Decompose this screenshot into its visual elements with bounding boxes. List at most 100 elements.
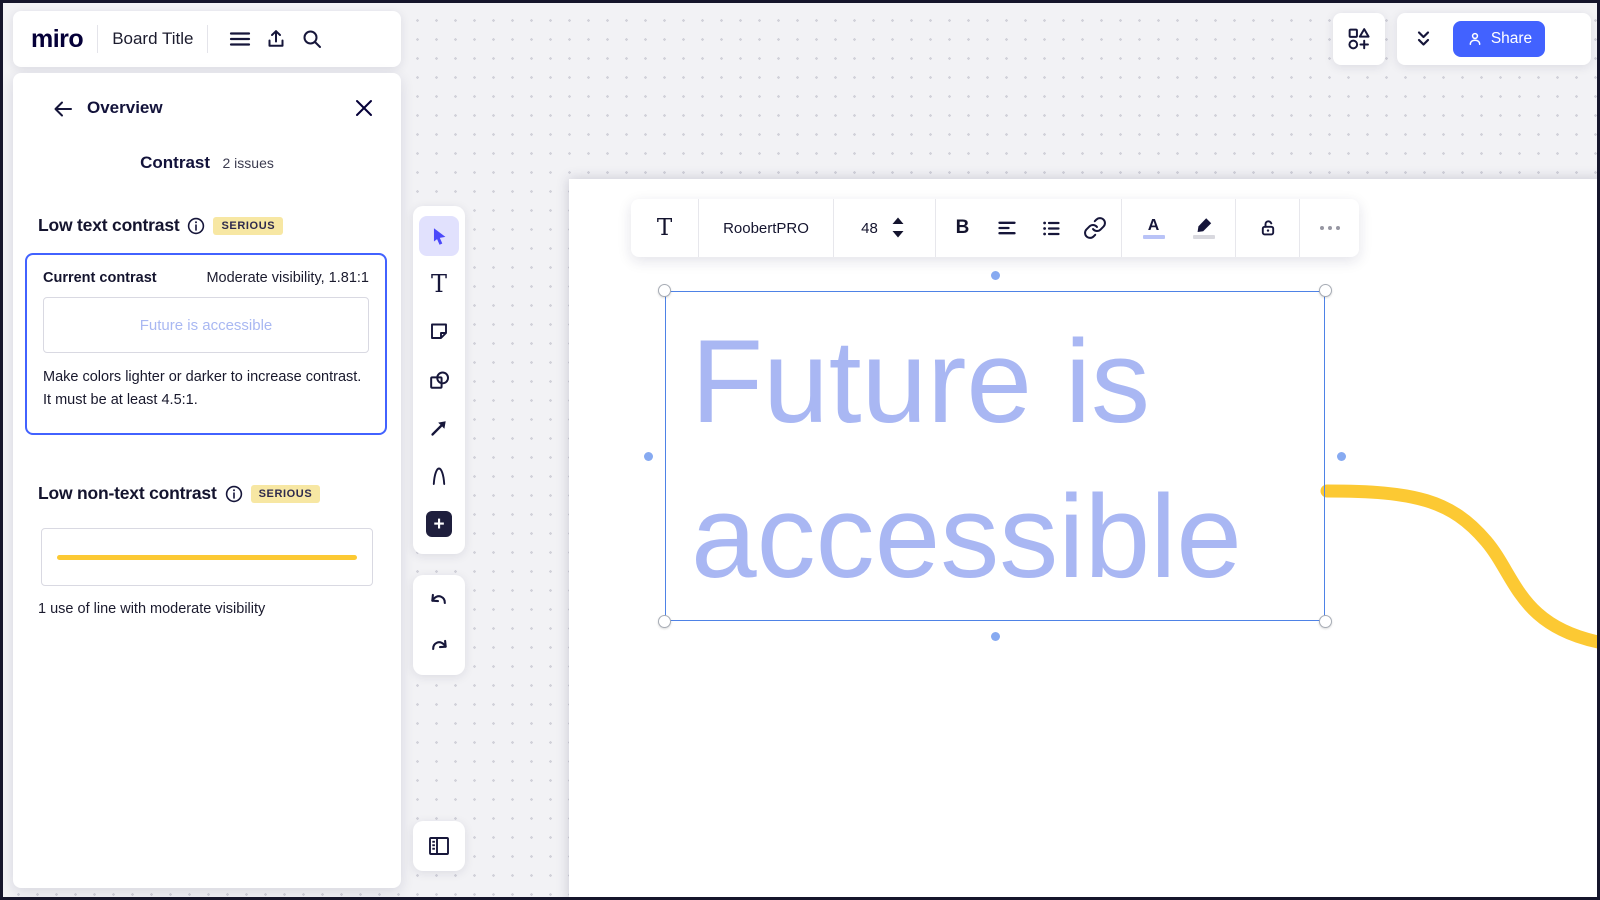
severity-badge: SERIOUS (213, 216, 284, 235)
resize-handle-bottom-right[interactable] (1319, 615, 1332, 628)
share-toolbar: Share (1397, 13, 1591, 65)
text-tool-icon: T (430, 270, 447, 298)
edge-handle-top[interactable] (990, 271, 1000, 280)
person-icon (1469, 32, 1481, 45)
edge-handle-left[interactable] (644, 451, 653, 461)
shapes-icon (429, 370, 449, 389)
close-icon (356, 100, 372, 116)
contrast-summary: Contrast 2 issues (13, 153, 401, 173)
close-panel-button[interactable] (353, 97, 377, 121)
add-more-tools[interactable]: + (419, 504, 459, 544)
line-contrast-caption: 1 use of line with moderate visibility (38, 601, 266, 617)
resize-handle-top-left[interactable] (658, 284, 671, 297)
miro-board-app: Future is accessible T RoobertPRO 48 B A… (0, 0, 1600, 900)
pen-tool[interactable] (419, 456, 459, 496)
back-arrow-icon (54, 101, 72, 117)
frames-panel-button[interactable] (413, 821, 465, 871)
redo-button[interactable] (421, 630, 457, 666)
align-button[interactable] (990, 211, 1024, 245)
preview-text: Future is accessible (139, 316, 273, 334)
undo-button[interactable] (421, 584, 457, 620)
font-size-value[interactable]: 48 (861, 220, 878, 237)
miro-logo[interactable]: miro (31, 25, 84, 54)
shapes-tool[interactable] (419, 360, 459, 400)
align-icon (997, 221, 1016, 235)
link-button[interactable] (1078, 211, 1112, 245)
double-chevron-down-icon (1417, 31, 1430, 46)
panel-title: Overview (87, 98, 163, 117)
divider (207, 25, 209, 53)
low-contrast-line-sample (57, 554, 357, 560)
text-tool[interactable]: T (419, 264, 459, 304)
bullet-list-button[interactable] (1034, 211, 1068, 245)
selection-box[interactable] (644, 271, 1346, 641)
hamburger-icon (230, 32, 251, 46)
bullet-list-icon (1042, 221, 1060, 236)
more-options-button[interactable] (1313, 211, 1347, 245)
severity-badge: SERIOUS (250, 484, 321, 503)
font-color-icon: A (1147, 217, 1160, 234)
export-icon (268, 30, 284, 47)
bold-icon: B (955, 217, 970, 238)
apps-widgets-button[interactable] (1333, 13, 1385, 65)
board-title[interactable]: Board Title (112, 29, 193, 49)
unlock-icon (1261, 220, 1274, 236)
divider (97, 25, 99, 53)
highlighter-icon (1197, 218, 1211, 232)
frames-icon (429, 837, 449, 855)
export-button[interactable] (258, 21, 294, 57)
panel-header: Overview (13, 73, 401, 145)
undo-icon (431, 594, 446, 605)
font-size-stepper[interactable] (888, 215, 908, 241)
undo-redo-toolbar (413, 575, 465, 675)
accessibility-panel: Overview Contrast 2 issues Low text cont… (13, 73, 401, 888)
font-color-button[interactable]: A (1137, 211, 1171, 245)
contrast-heading: Contrast (140, 153, 211, 172)
font-color-swatch (1142, 235, 1165, 239)
bold-button[interactable]: B (946, 211, 980, 245)
redo-icon (432, 639, 447, 650)
search-icon (303, 30, 322, 48)
creation-toolbar: T + (413, 206, 465, 554)
resize-handle-bottom-left[interactable] (658, 615, 671, 628)
visibility-value: Moderate visibility, 1.81:1 (206, 270, 369, 286)
low-nontext-contrast-header: Low non-text contrast SERIOUS (38, 483, 321, 504)
edge-handle-right[interactable] (1337, 451, 1346, 461)
info-icon[interactable] (225, 485, 243, 503)
highlight-button[interactable] (1187, 211, 1221, 245)
text-contrast-preview: Future is accessible (43, 297, 369, 353)
highlight-swatch (1192, 235, 1215, 239)
sticky-note-tool[interactable] (419, 312, 459, 352)
plus-icon: + (426, 511, 452, 537)
share-label: Share (1490, 30, 1533, 47)
text-style-button[interactable]: T (648, 211, 682, 245)
low-nontext-contrast-heading: Low non-text contrast (38, 483, 217, 503)
link-icon (1083, 217, 1106, 239)
resize-handle-top-right[interactable] (1319, 284, 1332, 297)
cursor-icon (433, 228, 446, 245)
search-button[interactable] (294, 21, 330, 57)
info-icon[interactable] (187, 217, 205, 235)
app-header: miro Board Title (13, 11, 401, 67)
low-text-contrast-header: Low text contrast SERIOUS (38, 215, 284, 236)
current-contrast-label: Current contrast (43, 270, 157, 286)
lock-button[interactable] (1251, 211, 1285, 245)
back-button[interactable] (51, 97, 75, 121)
edge-handle-bottom[interactable] (990, 632, 1000, 641)
arrow-tool[interactable] (419, 408, 459, 448)
text-style-icon: T (656, 215, 673, 241)
main-menu-button[interactable] (222, 21, 258, 57)
more-options-icon (1319, 226, 1340, 230)
pen-icon (432, 467, 446, 485)
line-contrast-preview[interactable] (41, 528, 373, 586)
current-contrast-card[interactable]: Current contrast Moderate visibility, 1.… (25, 253, 387, 435)
low-text-contrast-heading: Low text contrast (38, 215, 180, 235)
text-format-toolbar: T RoobertPRO 48 B A (631, 199, 1359, 257)
issues-count: 2 issues (222, 155, 274, 171)
apps-add-icon (1348, 28, 1370, 50)
share-button[interactable]: Share (1453, 21, 1545, 57)
collapse-button[interactable] (1405, 21, 1441, 57)
select-tool[interactable] (419, 216, 459, 256)
arrow-icon (431, 421, 446, 436)
font-family-select[interactable]: RoobertPRO (723, 220, 809, 237)
